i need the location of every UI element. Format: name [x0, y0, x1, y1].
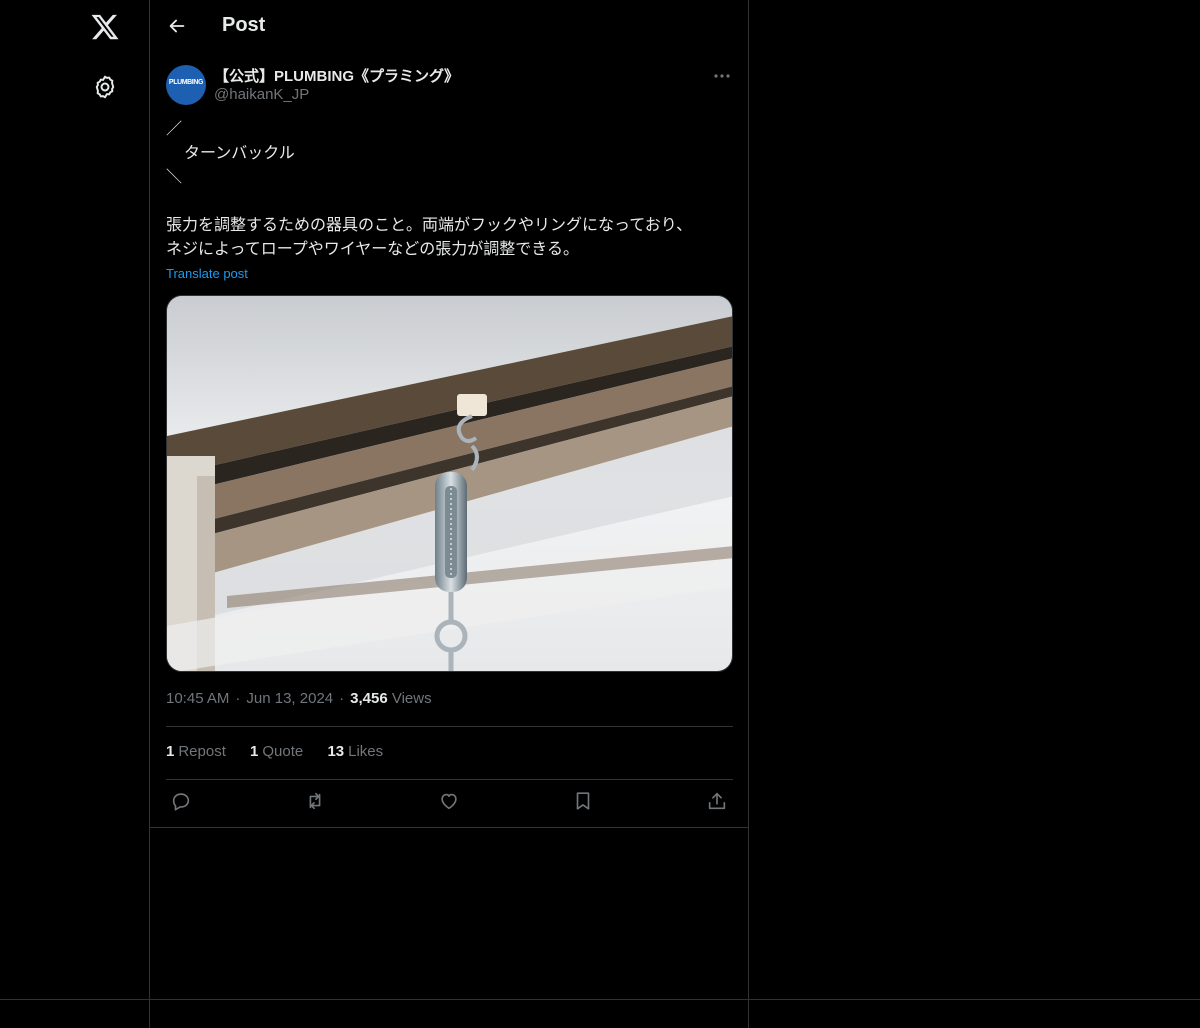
- avatar[interactable]: PLUMBING: [166, 65, 206, 105]
- author-handle[interactable]: @haikanK_JP: [214, 86, 309, 103]
- quotes-stat[interactable]: 1 Quote: [250, 743, 303, 760]
- post-bottom-border: [150, 827, 748, 828]
- author-display-name[interactable]: 【公式】PLUMBING《プラミング》: [214, 65, 459, 86]
- page-title: Post: [222, 14, 266, 36]
- repost-icon[interactable]: [304, 790, 328, 814]
- meta-separator: ·: [235, 690, 241, 707]
- share-icon[interactable]: [706, 790, 730, 814]
- post-meta: 10:45 AM · Jun 13, 2024 · 3,456 Views: [166, 690, 432, 707]
- likes-stat[interactable]: 13 Likes: [327, 743, 383, 760]
- page-bottom-border: [0, 999, 1200, 1000]
- gear-icon[interactable]: [92, 74, 118, 100]
- views-count: 3,456: [350, 690, 388, 707]
- post-actions: [166, 790, 733, 816]
- avatar-logo-text: PLUMBING: [168, 79, 204, 86]
- left-sidebar: [0, 0, 149, 1000]
- reposts-stat[interactable]: 1 Repost: [166, 743, 226, 760]
- post-column: Post PLUMBING 【公式】PLUMBING《プラミング》 @haika…: [149, 0, 749, 1028]
- x-logo-icon[interactable]: [90, 12, 120, 42]
- engagement-stats: 1 Repost 1 Quote 13 Likes: [166, 743, 403, 760]
- translate-post-link[interactable]: Translate post: [166, 266, 248, 281]
- post-header: Post: [150, 0, 748, 54]
- reposts-label: Repost: [178, 743, 226, 760]
- post-image[interactable]: [166, 295, 733, 672]
- heart-icon[interactable]: [438, 790, 462, 814]
- post-time[interactable]: 10:45 AM: [166, 690, 229, 707]
- likes-label: Likes: [348, 743, 384, 760]
- post-text-line: ターンバックル: [184, 145, 295, 162]
- divider: [166, 726, 733, 727]
- meta-separator: ·: [339, 690, 345, 707]
- post-text: ／ ターンバックル ＼ 張力を調整するための器具のこと。両端がフックやリングにな…: [166, 118, 736, 262]
- likes-count: 13: [327, 743, 345, 760]
- post-text-line: 張力を調整するための器具のこと。両端がフックやリングになっており、: [166, 217, 693, 234]
- post-text-line: ＼: [166, 169, 183, 186]
- post-text-line: ／: [166, 121, 183, 138]
- post-date[interactable]: Jun 13, 2024: [246, 690, 333, 707]
- quotes-label: Quote: [262, 743, 304, 760]
- post-text-spacer: [166, 190, 736, 214]
- post-text-line: ネジによってロープやワイヤーなどの張力が調整できる。: [166, 241, 579, 258]
- views-label: Views: [391, 690, 432, 707]
- arrow-left-icon[interactable]: [166, 15, 188, 37]
- more-horizontal-icon[interactable]: [712, 66, 732, 86]
- bookmark-icon[interactable]: [572, 790, 596, 814]
- reply-icon[interactable]: [170, 790, 194, 814]
- divider: [166, 779, 733, 780]
- reposts-count: 1: [166, 743, 175, 760]
- quotes-count: 1: [250, 743, 259, 760]
